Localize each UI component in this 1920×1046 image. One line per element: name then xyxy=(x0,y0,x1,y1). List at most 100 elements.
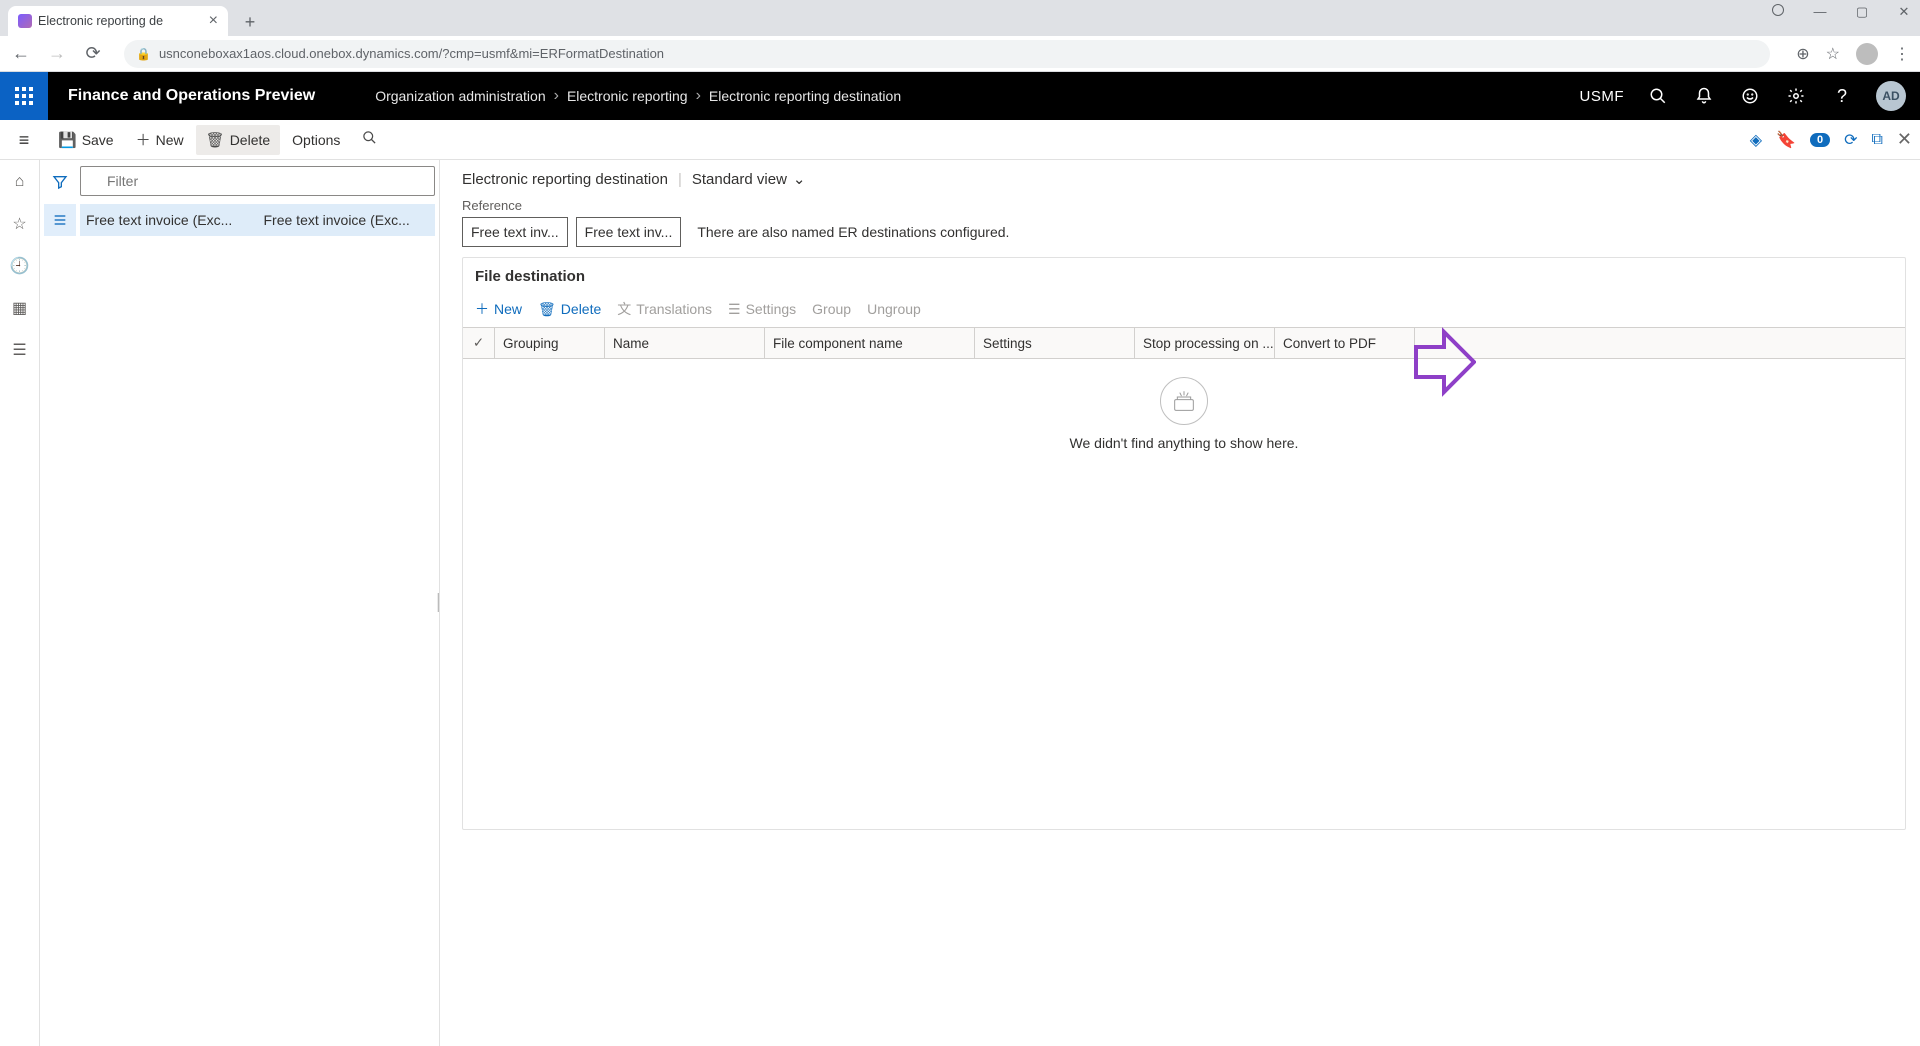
notifications-badge[interactable]: 0 xyxy=(1810,133,1830,147)
attachments-icon[interactable]: 🔖 xyxy=(1776,130,1796,150)
recent-icon[interactable]: 🕘 xyxy=(4,250,36,282)
browser-tab-strip: Electronic reporting de × + — ▢ ✕ xyxy=(0,0,1920,36)
window-info-icon[interactable] xyxy=(1768,4,1788,20)
col-name[interactable]: Name xyxy=(605,328,765,358)
profile-avatar-icon[interactable] xyxy=(1856,43,1878,65)
browser-tab[interactable]: Electronic reporting de × xyxy=(8,6,228,36)
empty-text: We didn't find anything to show here. xyxy=(1070,435,1299,451)
chevron-right-icon: › xyxy=(554,87,559,105)
ref2-text: Free text inv... xyxy=(585,224,673,240)
popout-icon[interactable]: ⧉ xyxy=(1871,131,1882,149)
col-file-component[interactable]: File component name xyxy=(765,328,975,358)
separator: | xyxy=(678,171,682,188)
col-select-all[interactable]: ✓ xyxy=(463,328,495,358)
fd-trans-label: Translations xyxy=(636,301,712,317)
zoom-icon[interactable]: ⊕ xyxy=(1796,44,1809,64)
list-filter-column xyxy=(40,160,80,236)
left-rail: ⌂ ☆ 🕘 ▦ ☰ xyxy=(0,160,40,1046)
funnel-icon[interactable] xyxy=(44,166,76,198)
fd-new-button[interactable]: ＋New xyxy=(475,299,522,319)
new-button[interactable]: ＋ New xyxy=(126,123,194,156)
fd-ungroup-label: Ungroup xyxy=(867,301,921,317)
window-maximize-icon[interactable]: ▢ xyxy=(1852,4,1872,20)
smile-icon[interactable] xyxy=(1738,84,1762,108)
home-icon[interactable]: ⌂ xyxy=(4,166,36,198)
waffle-icon xyxy=(15,87,33,105)
splitter-handle[interactable]: ▏ xyxy=(440,160,448,1046)
fd-delete-label: Delete xyxy=(561,301,601,317)
chevron-down-icon: ⌄ xyxy=(793,170,806,188)
list-view-icon[interactable] xyxy=(44,204,76,236)
close-icon[interactable]: ✕ xyxy=(1897,129,1912,150)
file-destination-title: File destination xyxy=(463,258,1905,295)
crumb-er-dest[interactable]: Electronic reporting destination xyxy=(709,88,901,104)
fd-group-button: Group xyxy=(812,301,851,317)
list-cell-name: Free text invoice (Exc... xyxy=(258,212,436,228)
tab-close-icon[interactable]: × xyxy=(209,13,218,29)
workspaces-icon[interactable]: ▦ xyxy=(4,292,36,324)
gear-icon[interactable] xyxy=(1784,84,1808,108)
save-button[interactable]: 💾 Save xyxy=(48,125,124,155)
fd-ungroup-button: Ungroup xyxy=(867,301,921,317)
col-settings[interactable]: Settings xyxy=(975,328,1135,358)
plus-icon: ＋ xyxy=(136,129,151,150)
plus-icon: ＋ xyxy=(475,299,489,319)
col-convert-pdf[interactable]: Convert to PDF xyxy=(1275,328,1415,358)
forward-icon[interactable]: → xyxy=(46,43,68,64)
filter-input[interactable] xyxy=(80,166,435,196)
view-selector[interactable]: Standard view ⌄ xyxy=(692,170,806,188)
trash-icon: 🗑 xyxy=(206,131,225,149)
related-info-icon[interactable]: ◈ xyxy=(1750,130,1762,150)
window-controls: — ▢ ✕ xyxy=(1768,4,1914,20)
options-button[interactable]: Options xyxy=(282,126,350,154)
lock-icon: 🔒 xyxy=(136,47,151,61)
browser-menu-icon[interactable]: ⋮ xyxy=(1894,44,1910,64)
options-label: Options xyxy=(292,132,340,148)
refresh-icon[interactable]: ⟳ xyxy=(1844,130,1857,150)
col-stop-processing[interactable]: Stop processing on ... xyxy=(1135,328,1275,358)
crumb-er[interactable]: Electronic reporting xyxy=(567,88,688,104)
tab-title: Electronic reporting de xyxy=(38,14,163,28)
page-title: Electronic reporting destination xyxy=(462,171,668,188)
action-search-button[interactable] xyxy=(352,124,387,155)
new-tab-button[interactable]: + xyxy=(236,8,264,36)
favorites-icon[interactable]: ☆ xyxy=(4,208,36,240)
save-icon: 💾 xyxy=(58,131,77,149)
col-grouping[interactable]: Grouping xyxy=(495,328,605,358)
nav-hamburger-button[interactable]: ≡ xyxy=(8,120,40,160)
main-area: ⌂ ☆ 🕘 ▦ ☰ Free text invoice (Exc... F xyxy=(0,160,1920,1046)
app-launcher-button[interactable] xyxy=(0,72,48,120)
window-minimize-icon[interactable]: — xyxy=(1810,4,1830,20)
grid-header: ✓ Grouping Name File component name Sett… xyxy=(463,327,1905,359)
delete-button[interactable]: 🗑 Delete xyxy=(196,125,281,155)
help-icon[interactable]: ? xyxy=(1830,84,1854,108)
trash-icon: 🗑 xyxy=(538,301,556,318)
detail-header: Electronic reporting destination | Stand… xyxy=(462,170,1906,188)
fd-settings-label: Settings xyxy=(746,301,797,317)
reference-row: Free text inv... Free text inv... There … xyxy=(462,217,1906,247)
fd-delete-button[interactable]: 🗑 Delete xyxy=(538,301,601,318)
sliders-icon: ☰ xyxy=(728,301,741,318)
user-avatar[interactable]: AD xyxy=(1876,81,1906,111)
delete-label: Delete xyxy=(230,132,270,148)
app-bar: Finance and Operations Preview Organizat… xyxy=(0,72,1920,120)
modules-icon[interactable]: ☰ xyxy=(4,334,36,366)
bookmark-icon[interactable]: ☆ xyxy=(1826,44,1840,64)
company-picker[interactable]: USMF xyxy=(1580,88,1625,105)
list-row-selected[interactable]: Free text invoice (Exc... Free text invo… xyxy=(80,204,435,236)
back-icon[interactable]: ← xyxy=(10,43,32,64)
search-icon[interactable] xyxy=(1646,84,1670,108)
action-bar: ≡ 💾 Save ＋ New 🗑 Delete Options ◈ 🔖 0 ⟳ … xyxy=(0,120,1920,160)
reference-field-1[interactable]: Free text inv... xyxy=(462,217,568,247)
reference-field-2[interactable]: Free text inv... xyxy=(576,217,682,247)
fd-settings-button: ☰ Settings xyxy=(728,301,796,318)
reload-icon[interactable]: ⟳ xyxy=(82,43,104,64)
crumb-org-admin[interactable]: Organization administration xyxy=(375,88,545,104)
window-close-icon[interactable]: ✕ xyxy=(1894,4,1914,20)
browser-address-bar: ← → ⟳ 🔒 usnconeboxax1aos.cloud.onebox.dy… xyxy=(0,36,1920,72)
bell-icon[interactable] xyxy=(1692,84,1716,108)
view-label: Standard view xyxy=(692,171,787,188)
url-field[interactable]: 🔒 usnconeboxax1aos.cloud.onebox.dynamics… xyxy=(124,40,1770,68)
breadcrumb: Organization administration › Electronic… xyxy=(375,87,901,105)
ref1-text: Free text inv... xyxy=(471,224,559,240)
